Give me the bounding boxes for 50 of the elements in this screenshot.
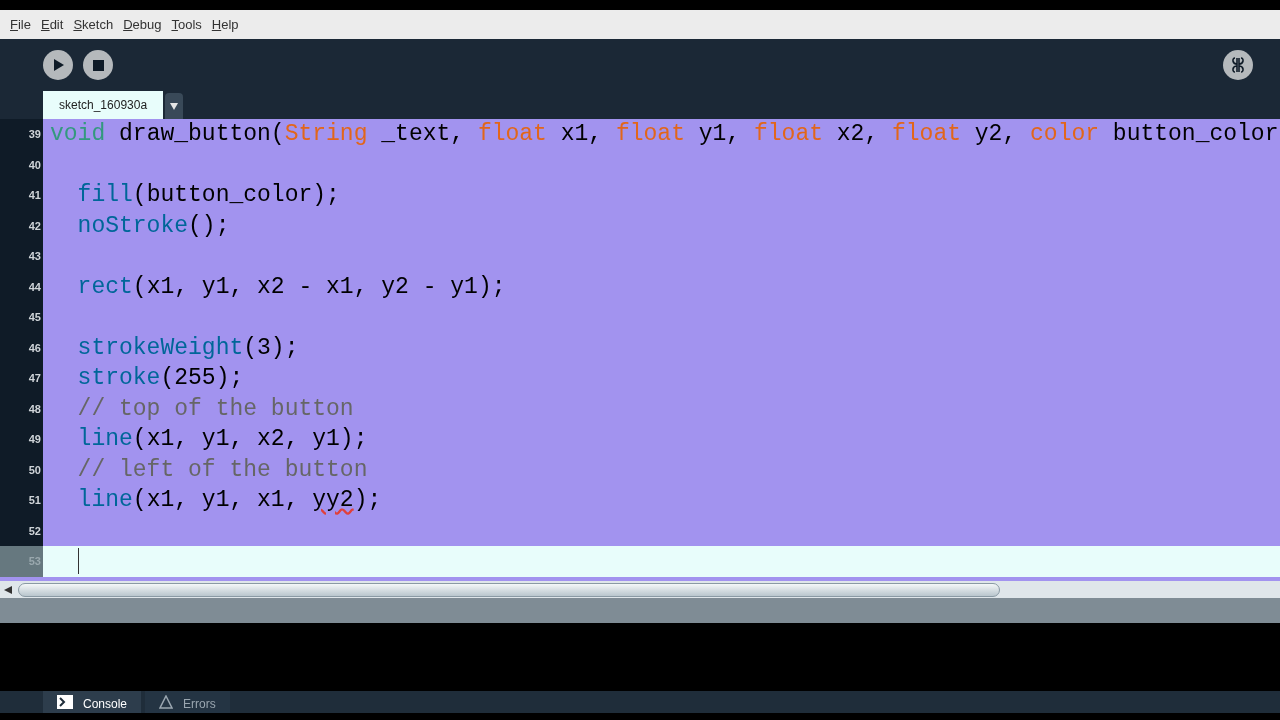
- code-line: fill(button_color);: [76, 181, 340, 210]
- code-line: stroke(255);: [76, 364, 244, 393]
- panel-tab[interactable]: Errors: [145, 691, 230, 713]
- line-number: 42: [28, 218, 41, 234]
- play-icon: [53, 58, 65, 72]
- line-number: 40: [28, 157, 41, 173]
- debug-button[interactable]: [1223, 50, 1253, 80]
- code-line: line(x1, y1, x1, yy2);: [76, 486, 382, 515]
- tab-label: Console: [83, 696, 128, 713]
- panel-tab[interactable]: Console: [43, 691, 142, 713]
- caret-icon: [170, 102, 179, 110]
- line-number: 50: [28, 462, 41, 478]
- line-number: 41: [28, 188, 41, 203]
- line-number: 49: [28, 432, 41, 447]
- code-line: void draw_button(String _text, float x1, float y1, float x2, float y2, color button_color: [50, 120, 1279, 149]
- line-number: 44: [28, 279, 41, 295]
- terminal-icon: [57, 695, 73, 709]
- warning-icon: [159, 695, 174, 709]
- code-line: rect(x1, y1, x2 - x1, y2 - y1);: [76, 272, 506, 302]
- menu-item[interactable]: Sketch: [73, 14, 114, 35]
- code-line: // top of the button: [76, 394, 354, 424]
- menu-item[interactable]: File: [10, 14, 31, 35]
- tab-menu-button[interactable]: [165, 93, 184, 119]
- line-number: 43: [28, 249, 41, 264]
- text-cursor: [78, 548, 79, 575]
- menu-item[interactable]: Help: [211, 14, 239, 35]
- menu-item[interactable]: Tools: [171, 14, 202, 35]
- stop-button[interactable]: [83, 50, 113, 80]
- code-line: // left of the button: [76, 455, 368, 485]
- butterfly-icon: [1230, 56, 1246, 74]
- stop-icon: [92, 59, 104, 71]
- line-number: 52: [28, 523, 41, 539]
- run-button[interactable]: [43, 50, 73, 80]
- line-number: 39: [28, 127, 41, 142]
- code-editor[interactable]: [0, 119, 1280, 581]
- line-number: 51: [28, 493, 41, 508]
- menu-item[interactable]: Debug: [123, 14, 162, 35]
- code-line: noStroke();: [76, 211, 230, 241]
- line-number: 48: [28, 401, 41, 417]
- line-number: 46: [28, 340, 41, 356]
- scrollbar-thumb[interactable]: [18, 582, 1000, 597]
- line-number: 47: [28, 371, 41, 386]
- scroll-left-icon: [4, 585, 12, 594]
- sketch-tab[interactable]: sketch_160930a: [43, 91, 164, 119]
- code-line: strokeWeight(3);: [76, 333, 299, 363]
- menu-item[interactable]: Edit: [40, 14, 64, 35]
- tab-label: Errors: [183, 696, 216, 713]
- line-number: 45: [28, 310, 41, 325]
- code-line: line(x1, y1, x2, y1);: [76, 425, 368, 454]
- horizontal-scrollbar[interactable]: [0, 581, 1280, 598]
